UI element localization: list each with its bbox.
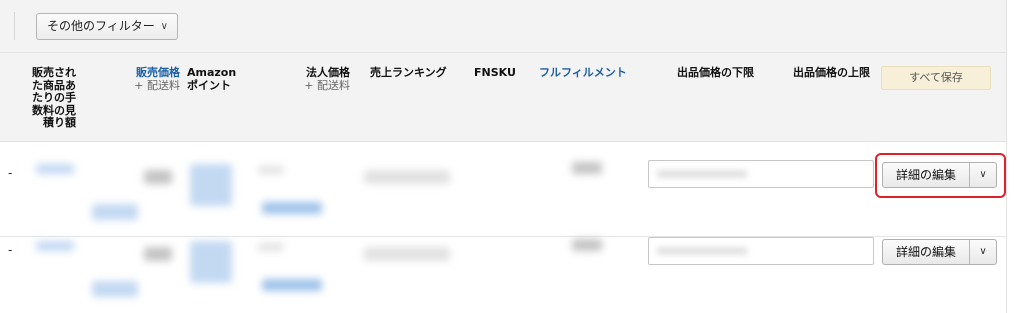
header-sales-rank: 売上ランキング	[370, 66, 447, 79]
min-price-input[interactable]	[648, 237, 874, 265]
header-fee-estimate: 販売され た商品あ たりの手 数料の見 積り額	[32, 66, 76, 129]
redacted-value	[144, 170, 172, 184]
header-amazon-points: Amazon ポイント	[187, 66, 237, 92]
row-dash: -	[8, 166, 13, 180]
divider	[14, 12, 15, 40]
chevron-down-icon: ∨	[160, 21, 168, 32]
redacted-value	[572, 239, 602, 251]
redacted-value	[190, 241, 232, 283]
min-price-input[interactable]	[648, 160, 874, 188]
table-row: - 詳細の編集 ∨	[0, 142, 1006, 237]
redacted-value	[258, 166, 284, 174]
redacted-link[interactable]	[36, 164, 74, 174]
save-all-button[interactable]: すべて保存	[881, 66, 991, 90]
row-dash: -	[8, 243, 13, 257]
chevron-down-icon[interactable]: ∨	[969, 240, 997, 264]
header-fnsku: FNSKU	[474, 66, 516, 79]
header-max-price: 出品価格の上限	[793, 66, 870, 79]
redacted-value	[364, 170, 450, 184]
edit-details-split-button[interactable]: 詳細の編集 ∨	[882, 239, 997, 265]
redacted-value	[144, 247, 172, 261]
header-fulfillment-link[interactable]: フルフィルメント	[539, 66, 627, 80]
redacted-value	[572, 162, 602, 174]
more-filters-label: その他のフィルター	[47, 19, 155, 33]
header-min-price: 出品価格の下限	[677, 66, 754, 79]
redacted-value	[364, 247, 450, 261]
table-row: - 詳細の編集 ∨	[0, 237, 1006, 313]
filter-bar: その他のフィルター ∨	[0, 0, 1006, 53]
redacted-value	[258, 243, 284, 251]
scroll-area-edge	[1006, 0, 1024, 313]
redacted-value	[190, 164, 232, 206]
header-business-price: 法人価格 + 配送料	[304, 66, 350, 92]
redacted-link[interactable]	[262, 279, 322, 291]
redacted-link[interactable]	[262, 202, 322, 214]
highlight-annotation	[875, 153, 1006, 198]
more-filters-button[interactable]: その他のフィルター ∨	[36, 13, 178, 40]
redacted-link[interactable]	[36, 241, 74, 251]
header-price-link[interactable]: 販売価格 + 配送料	[110, 66, 180, 92]
edit-details-button[interactable]: 詳細の編集	[883, 240, 970, 264]
redacted-link[interactable]	[92, 281, 138, 297]
table-header: 販売され た商品あ たりの手 数料の見 積り額 販売価格 + 配送料 Amazo…	[0, 53, 1006, 142]
redacted-link[interactable]	[92, 204, 138, 220]
